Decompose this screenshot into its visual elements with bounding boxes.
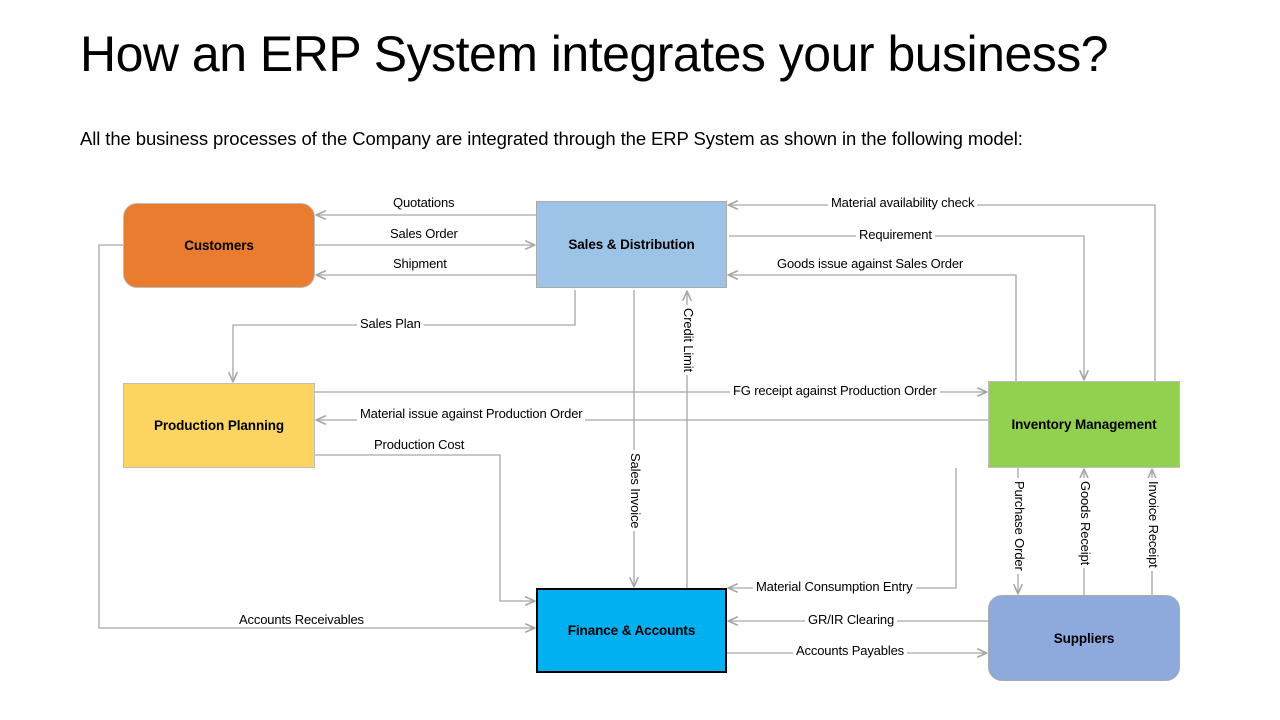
flow-label-gr-ir-clearing: GR/IR Clearing xyxy=(805,612,898,627)
node-sales-distribution[interactable]: Sales & Distribution xyxy=(536,201,727,288)
node-suppliers-label: Suppliers xyxy=(1053,630,1115,646)
node-finance-accounts[interactable]: Finance & Accounts xyxy=(536,588,727,673)
slide-canvas: How an ERP System integrates your busine… xyxy=(0,0,1280,720)
flow-label-invoice-receipt: Invoice Receipt xyxy=(1146,478,1161,571)
node-inventory-management-label: Inventory Management xyxy=(1011,417,1157,432)
flow-label-goods-issue: Goods issue against Sales Order xyxy=(774,256,967,271)
erp-flow-diagram: Customers Sales & Distribution Productio… xyxy=(0,0,1280,720)
flow-label-material-consumption: Material Consumption Entry xyxy=(753,579,916,594)
wire-sales-plan xyxy=(228,290,576,383)
flow-label-shipment: Shipment xyxy=(390,256,450,271)
node-customers[interactable]: Customers xyxy=(123,203,315,288)
flow-label-credit-limit: Credit Limit xyxy=(681,305,696,375)
flow-label-goods-receipt: Goods Receipt xyxy=(1078,478,1093,569)
wire-production-cost xyxy=(315,454,536,606)
node-customers-label: Customers xyxy=(184,238,254,253)
wire-material-availability-check xyxy=(727,200,1156,381)
flow-label-production-cost: Production Cost xyxy=(371,437,468,452)
flow-label-quotations: Quotations xyxy=(390,195,458,210)
node-production-planning[interactable]: Production Planning xyxy=(123,383,315,468)
flow-label-requirement: Requirement xyxy=(856,227,935,242)
flow-label-accounts-receivables: Accounts Receivables xyxy=(236,612,367,627)
wire-goods-issue xyxy=(727,270,1017,381)
flow-label-sales-invoice: Sales Invoice xyxy=(628,450,643,532)
flow-label-sales-plan: Sales Plan xyxy=(357,316,424,331)
node-finance-accounts-label: Finance & Accounts xyxy=(567,623,696,638)
flow-label-sales-order: Sales Order xyxy=(387,226,461,241)
node-sales-distribution-label: Sales & Distribution xyxy=(568,237,695,252)
flow-label-purchase-order: Purchase Order xyxy=(1012,478,1027,574)
flow-label-fg-receipt: FG receipt against Production Order xyxy=(730,383,940,398)
node-production-planning-label: Production Planning xyxy=(153,418,285,433)
node-inventory-management[interactable]: Inventory Management xyxy=(988,381,1180,468)
flow-label-accounts-payables: Accounts Payables xyxy=(793,643,908,658)
flow-label-material-issue: Material issue against Production Order xyxy=(357,406,586,421)
flow-label-material-availability-check: Material availability check xyxy=(828,195,978,210)
wire-material-consumption xyxy=(727,468,957,593)
node-suppliers[interactable]: Suppliers xyxy=(988,595,1180,681)
